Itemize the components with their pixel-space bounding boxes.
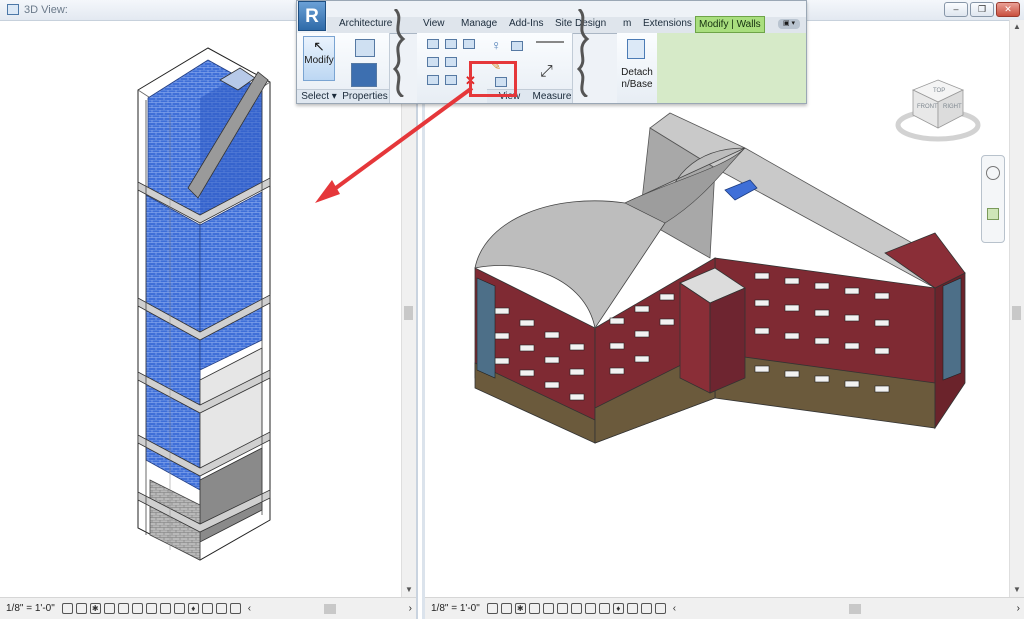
type-properties-icon[interactable] <box>355 39 375 57</box>
right-view-control-bar: 1/8" = 1'-0" ✱ ♦ ‹ › <box>425 597 1024 619</box>
left-vertical-scrollbar[interactable]: ▲ ▼ <box>401 20 416 597</box>
scroll-up-arrow[interactable]: ▲ <box>1010 20 1024 34</box>
right-vertical-scrollbar[interactable]: ▲ ▼ <box>1009 20 1024 597</box>
render-icon[interactable] <box>117 603 129 614</box>
scroll-thumb[interactable] <box>404 306 413 320</box>
mirror-icon[interactable] <box>463 39 475 49</box>
tab-architecture[interactable]: Architecture <box>339 18 392 29</box>
right-horizontal-scrollbar[interactable]: › <box>679 603 1020 615</box>
break-mark-icon <box>577 9 590 97</box>
view-icon <box>7 4 19 15</box>
detail-level-icon[interactable] <box>61 603 73 614</box>
tab-modify-walls[interactable]: Modify | Walls <box>695 16 765 33</box>
view-title: 3D View: <box>24 4 68 16</box>
worksharing-icon[interactable] <box>201 603 213 614</box>
view-scale[interactable]: 1/8" = 1'-0" <box>431 603 480 614</box>
sun-path-icon[interactable]: ✱ <box>89 603 101 614</box>
detail-level-icon[interactable] <box>486 603 498 614</box>
revit-app-icon[interactable]: R <box>298 1 326 31</box>
shadows-icon[interactable] <box>528 603 540 614</box>
view-scale[interactable]: 1/8" = 1'-0" <box>6 603 55 614</box>
visual-style-icon[interactable] <box>75 603 87 614</box>
unlock-view-icon[interactable] <box>159 603 171 614</box>
highlight-callout-box <box>469 61 517 97</box>
hide-category-icon[interactable] <box>511 41 523 51</box>
measure-panel: ⤢ Measure <box>532 33 573 103</box>
scroll-left-arrow[interactable]: ‹ <box>673 603 676 614</box>
temp-hide-icon[interactable] <box>173 603 185 614</box>
scroll-right-arrow[interactable]: › <box>409 603 412 614</box>
wall-3d-model[interactable] <box>110 40 300 570</box>
move-icon[interactable] <box>427 57 439 67</box>
detach-base-label[interactable]: n/Base <box>617 79 657 90</box>
render-icon[interactable] <box>542 603 554 614</box>
scroll-thumb[interactable] <box>1012 306 1021 320</box>
select-panel: ↖ Modify Select ▾ <box>297 33 342 103</box>
measure-panel-label: Measure <box>532 89 572 103</box>
close-icon[interactable]: ✕ <box>996 2 1020 17</box>
offset-icon[interactable] <box>445 39 457 49</box>
analytical-icon[interactable] <box>215 603 227 614</box>
scroll-down-arrow[interactable]: ▼ <box>402 583 416 597</box>
modify-button[interactable]: ↖ Modify <box>303 36 335 81</box>
detach-icon[interactable] <box>627 39 645 59</box>
sun-path-icon[interactable]: ✱ <box>514 603 526 614</box>
minimize-icon[interactable]: – <box>944 2 968 17</box>
reveal-hidden-icon[interactable]: ♦ <box>187 603 199 614</box>
shadows-icon[interactable] <box>103 603 115 614</box>
modify-label: Modify <box>304 55 334 66</box>
temp-hide-icon[interactable] <box>598 603 610 614</box>
viewcube-top-label: TOP <box>933 88 945 94</box>
unlock-view-icon[interactable] <box>584 603 596 614</box>
detach-panel: Detach n/Base <box>617 33 658 103</box>
tab-manage[interactable]: Manage <box>461 18 497 29</box>
contextual-tab-background <box>657 33 806 103</box>
aligned-dimension-icon[interactable] <box>536 41 564 43</box>
override-graphics-icon[interactable]: ♀ <box>491 37 502 53</box>
trim-icon[interactable] <box>445 75 457 85</box>
scroll-right-arrow[interactable]: › <box>1017 603 1020 614</box>
cursor-icon: ↖ <box>313 38 325 54</box>
left-horizontal-scrollbar[interactable]: › <box>254 603 412 615</box>
select-panel-label[interactable]: Select ▾ <box>297 89 341 103</box>
tab-extensions[interactable]: Extensions <box>643 18 692 29</box>
viewcube-right-label: RIGHT <box>943 104 962 110</box>
copy-icon[interactable] <box>445 57 457 67</box>
measure-icon[interactable]: ⤢ <box>540 63 553 81</box>
scroll-down-arrow[interactable]: ▼ <box>1010 583 1024 597</box>
hscroll-thumb[interactable] <box>849 603 862 614</box>
scroll-left-arrow[interactable]: ‹ <box>248 603 251 614</box>
crop-view-icon[interactable] <box>131 603 143 614</box>
restore-icon[interactable]: ❐ <box>970 2 994 17</box>
worksharing-icon[interactable] <box>626 603 638 614</box>
navigation-bar <box>981 155 1005 243</box>
break-mark-icon <box>393 9 406 97</box>
analytical-icon[interactable] <box>640 603 652 614</box>
left-view-control-bar: 1/8" = 1'-0" ✱ ♦ ‹ › <box>0 597 416 619</box>
steering-wheel-icon[interactable] <box>986 166 1000 180</box>
viewcube-front-label: FRONT <box>917 104 938 110</box>
detach-label[interactable]: Detach <box>617 67 657 78</box>
reveal-hidden-icon[interactable]: ♦ <box>612 603 624 614</box>
highlight-icon[interactable] <box>229 603 241 614</box>
show-crop-icon[interactable] <box>145 603 157 614</box>
align-icon[interactable] <box>427 39 439 49</box>
hscroll-thumb[interactable] <box>324 603 337 614</box>
tab-partial[interactable]: m <box>623 18 631 29</box>
ribbon-minimize-icon[interactable]: ▣ ▾ <box>778 19 800 29</box>
show-crop-icon[interactable] <box>570 603 582 614</box>
visual-style-icon[interactable] <box>500 603 512 614</box>
ribbon-snippet: R Architecture View Manage Add-Ins Site … <box>296 0 807 104</box>
properties-panel: Properties <box>341 33 390 103</box>
properties-panel-label: Properties <box>341 89 389 103</box>
properties-icon[interactable] <box>351 63 377 87</box>
viewcube-icon[interactable]: TOP FRONT RIGHT <box>893 70 983 150</box>
zoom-icon[interactable] <box>987 208 999 220</box>
crop-view-icon[interactable] <box>556 603 568 614</box>
split-icon[interactable] <box>427 75 439 85</box>
building-3d-model[interactable] <box>465 108 975 448</box>
highlight-icon[interactable] <box>654 603 666 614</box>
tab-view[interactable]: View <box>423 18 445 29</box>
tab-add-ins[interactable]: Add-Ins <box>509 18 543 29</box>
